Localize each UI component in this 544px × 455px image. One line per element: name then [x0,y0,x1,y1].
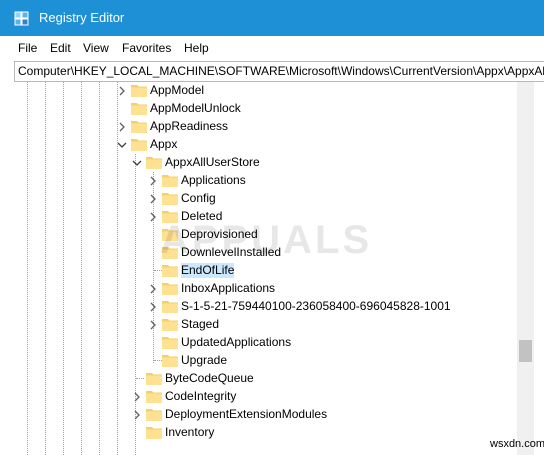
tree-node-appmodel[interactable]: AppModel [114,82,514,100]
tree-node-label[interactable]: ByteCodeQueue [165,371,254,386]
window-title: Registry Editor [39,10,125,25]
tree-node-appxalluserstore[interactable]: AppxAllUserStore [129,154,514,172]
tree-node-label[interactable]: CodeIntegrity [165,389,236,404]
tree-node-label[interactable]: InboxApplications [181,281,275,296]
menu-favorites[interactable]: Favorites [122,40,171,56]
registry-editor-icon [14,11,29,26]
tree-node-label[interactable]: S-1-5-21-759440100-236058400-696045828-1… [181,299,451,314]
chevron-down-icon[interactable] [131,157,143,169]
folder-icon [146,373,162,385]
tree-node-codeintegrity[interactable]: CodeIntegrity [129,388,514,406]
tree-node-deploymentextensionmodules[interactable]: DeploymentExtensionModules [129,406,514,424]
scrollbar-thumb[interactable] [519,340,532,362]
folder-icon [146,409,162,421]
chevron-right-icon[interactable] [147,193,159,205]
chevron-right-icon[interactable] [147,175,159,187]
folder-icon [162,319,178,331]
tree-guide-line [63,82,64,455]
tree-node-endoflife[interactable]: EndOfLife [145,262,514,280]
address-bar[interactable]: Computer\HKEY_LOCAL_MACHINE\SOFTWARE\Mic… [14,61,544,82]
folder-icon [131,103,147,115]
tree-node-label[interactable]: DeploymentExtensionModules [165,407,327,422]
tree-node-label-selected[interactable]: EndOfLife [181,263,235,278]
title-bar[interactable]: Registry Editor [0,0,544,36]
folder-icon [162,355,178,367]
registry-editor-window: Registry Editor File Edit View Favorites… [0,0,544,455]
tree-node-label[interactable]: AppxAllUserStore [165,155,260,170]
tree-node-label[interactable]: Inventory [165,425,214,440]
folder-icon [162,175,178,187]
tree-guide-line [99,82,100,455]
menu-view[interactable]: View [83,40,109,56]
chevron-right-icon[interactable] [131,409,143,421]
chevron-right-icon[interactable] [147,283,159,295]
folder-icon [162,193,178,205]
folder-icon [131,121,147,133]
chevron-right-icon[interactable] [116,121,128,133]
tree-node-label[interactable]: AppModelUnlock [150,101,241,116]
tree-node-user-sid[interactable]: S-1-5-21-759440100-236058400-696045828-1… [145,298,514,316]
tree-node-staged[interactable]: Staged [145,316,514,334]
tree-guide-line [27,82,28,455]
address-path[interactable]: Computer\HKEY_LOCAL_MACHINE\SOFTWARE\Mic… [18,64,544,79]
folder-open-icon [131,139,147,151]
registry-tree[interactable]: AppModel AppModelUnlock AppReadiness App… [14,82,518,455]
tree-node-label[interactable]: Appx [150,137,177,152]
tree-node-label[interactable]: AppReadiness [150,119,228,134]
watermark-site: wsxdn.com [490,438,544,450]
folder-icon [162,265,178,277]
tree-node-label[interactable]: AppModel [150,83,204,98]
chevron-right-icon[interactable] [116,85,128,97]
tree-node-bytecodequeue[interactable]: ByteCodeQueue [129,370,514,388]
menu-help[interactable]: Help [184,40,209,56]
tree-node-upgrade[interactable]: Upgrade [145,352,514,370]
tree-node-updatedapplications[interactable]: UpdatedApplications [145,334,514,352]
tree-node-appmodelunlock[interactable]: AppModelUnlock [114,100,514,118]
tree-guide-line [45,82,46,455]
tree-node-label[interactable]: Staged [181,317,219,332]
menu-file[interactable]: File [18,40,37,56]
chevron-right-icon[interactable] [147,211,159,223]
folder-icon [162,301,178,313]
tree-guide-line [81,82,82,455]
chevron-down-icon[interactable] [116,139,128,151]
tree-node-applications[interactable]: Applications [145,172,514,190]
folder-icon [162,283,178,295]
chevron-right-icon[interactable] [131,391,143,403]
chevron-right-icon[interactable] [147,301,159,313]
tree-node-label[interactable]: Applications [181,173,246,188]
folder-open-icon [146,157,162,169]
tree-node-label[interactable]: UpdatedApplications [181,335,291,350]
tree-node-label[interactable]: Config [181,191,216,206]
tree-node-label[interactable]: Upgrade [181,353,227,368]
tree-node-config[interactable]: Config [145,190,514,208]
tree-node-inventory[interactable]: Inventory [129,424,514,442]
folder-icon [162,337,178,349]
watermark-logo: APPUALS [160,218,373,262]
menu-bar: File Edit View Favorites Help [0,38,544,58]
folder-icon [146,391,162,403]
vertical-scrollbar[interactable] [517,82,534,455]
tree-node-appreadiness[interactable]: AppReadiness [114,118,514,136]
folder-icon [146,427,162,439]
menu-edit[interactable]: Edit [50,40,71,56]
tree-node-appx[interactable]: Appx [114,136,514,154]
tree-node-inboxapplications[interactable]: InboxApplications [145,280,514,298]
chevron-right-icon[interactable] [147,319,159,331]
folder-icon [131,85,147,97]
